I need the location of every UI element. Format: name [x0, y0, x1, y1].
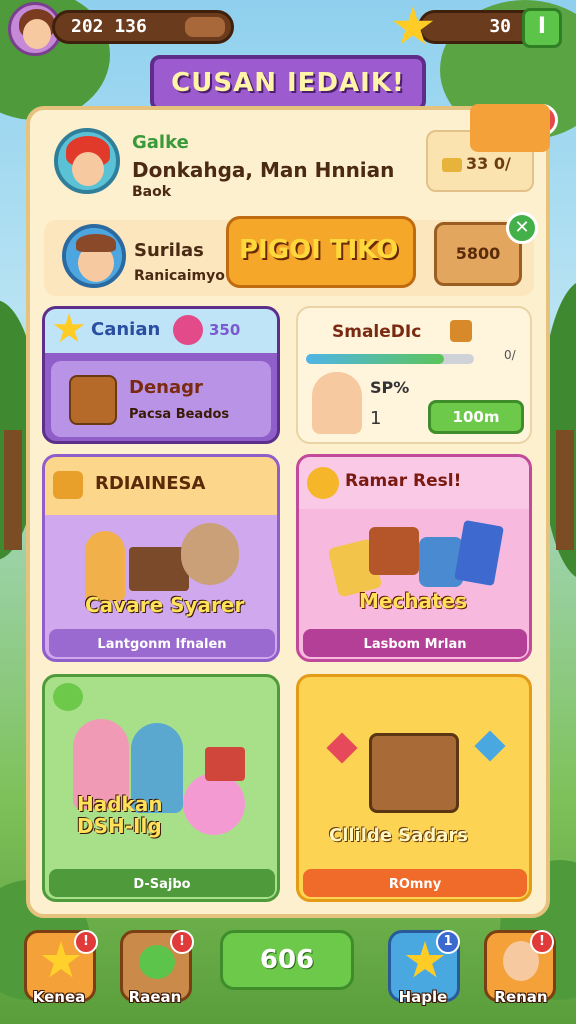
card-cllilde-footer-label: ROmny: [388, 877, 442, 892]
promo-close-button[interactable]: ✕: [506, 212, 538, 244]
kid-character: [85, 531, 125, 601]
chat-bubble-icon: [53, 683, 83, 711]
card-ramar[interactable]: Ramar Resl! Mechates Lasbom Mrlan: [296, 454, 532, 662]
coin-icon: [442, 158, 462, 172]
nav-haple-badge: 1: [436, 930, 460, 954]
stars-value: 30: [489, 16, 511, 37]
promo-sublabel: Ranicaimyo: [134, 268, 225, 284]
nav-kenea-badge: !: [74, 930, 98, 954]
card-canian-header-text: Canian: [91, 319, 161, 340]
nav-haple-label: Haple: [398, 988, 448, 1006]
card-hadkan-footer[interactable]: D-Sajbo: [49, 869, 275, 897]
currency-bar-fill: [185, 17, 225, 37]
card-smaledic-title: SmaleDIc: [332, 322, 422, 342]
coin-stack-icon: [53, 471, 83, 499]
card-ramar-caption: Mechates: [359, 589, 468, 613]
card-canian-subtitle: Pacsa Beados: [129, 407, 230, 422]
profile-reward-value: 33 0/: [466, 154, 511, 173]
profile-subtitle: Donkahga, Man Hnnian: [132, 158, 395, 182]
card-cllilde[interactable]: Cllilde Sadars ROmny: [296, 674, 532, 902]
card-smaledic[interactable]: SmaleDIc 0/ SP% 1 100m: [296, 306, 532, 444]
nav-center-button[interactable]: 606: [220, 930, 354, 990]
add-stars-button[interactable]: I: [522, 8, 562, 48]
card-smaledic-stat: SP%: [370, 378, 410, 397]
promo-logo[interactable]: PIGOI TIKO: [226, 216, 416, 288]
card-hadkan-footer-label: D-Sajbo: [133, 877, 191, 892]
card-ramar-footer-label: Lasbom Mrlan: [363, 637, 467, 652]
card-ramar-footer[interactable]: Lasbom Mrlan: [303, 629, 527, 657]
gem-icon: [474, 730, 506, 762]
badge-icon: [173, 315, 203, 345]
promo-label: Surilas: [134, 240, 204, 261]
promo-logo-text: PIGOI TIKO: [239, 235, 399, 265]
crate-item: [369, 527, 419, 575]
heart-icon: [326, 732, 358, 764]
treasure-box-icon: [69, 375, 117, 425]
gift-tab[interactable]: [470, 104, 550, 152]
progress-track: [306, 354, 474, 364]
card-rdiainesa-footer-label: Lantgonm Ifnalen: [97, 637, 227, 652]
card-smaledic-avatar: [312, 372, 362, 434]
nav-renan-badge: !: [530, 930, 554, 954]
leaf-icon: [139, 945, 175, 979]
add-stars-label: I: [537, 14, 547, 39]
card-canian[interactable]: Canian 350 Denagr Pacsa Beados: [42, 306, 280, 444]
heart-badge-icon: [307, 467, 339, 499]
card-rdiainesa-header: RDIAINESA: [95, 473, 206, 494]
dog-character: [181, 523, 239, 585]
nav-renan-label: Renan: [494, 988, 548, 1006]
nav-raean-label: Raean: [128, 988, 182, 1006]
computer-desk: [129, 547, 189, 591]
card-cllilde-footer[interactable]: ROmny: [303, 869, 527, 897]
nav-raean-badge: !: [170, 930, 194, 954]
card-item: [454, 519, 504, 587]
profile-name: Galke: [132, 132, 189, 153]
card-smaledic-button[interactable]: 100m: [428, 400, 524, 434]
card-cllilde-caption: Cllilde Sadars: [329, 825, 468, 846]
profile-avatar: [54, 128, 120, 194]
page-title: CUSAN IEDAIK!: [150, 55, 426, 111]
profile-small: Baok: [132, 184, 172, 200]
card-canian-title: Denagr: [129, 377, 203, 398]
card-smaledic-count: 1: [370, 408, 382, 429]
card-ramar-header: Ramar Resl!: [345, 471, 462, 491]
box-icon: [450, 320, 472, 342]
card-canian-header-value: 350: [209, 321, 241, 339]
promo-price: 5800: [455, 244, 501, 263]
card-smaledic-button-label: 100m: [452, 408, 500, 426]
nav-kenea-label: Kenea: [32, 988, 86, 1006]
card-hadkan[interactable]: Hadkan DSH-Ilg D-Sajbo: [42, 674, 280, 902]
card-hadkan-caption: Hadkan DSH-Ilg: [77, 792, 163, 838]
progress-percent: 0/: [504, 348, 516, 362]
promo-avatar: [62, 224, 126, 288]
currency-counter[interactable]: 202 136: [52, 10, 234, 44]
card-canian-header: [45, 309, 277, 353]
currency-value: 202 136: [71, 16, 147, 37]
treasure-chest-item: [369, 733, 459, 813]
progress-fill: [306, 354, 444, 364]
gift-item: [205, 747, 245, 781]
card-rdiainesa-caption: Cavare Syarer: [85, 593, 245, 617]
card-rdiainesa[interactable]: RDIAINESA Cavare Syarer Lantgonm Ifnalen: [42, 454, 280, 662]
card-rdiainesa-footer[interactable]: Lantgonm Ifnalen: [49, 629, 275, 657]
nav-center-label: 606: [259, 945, 315, 975]
